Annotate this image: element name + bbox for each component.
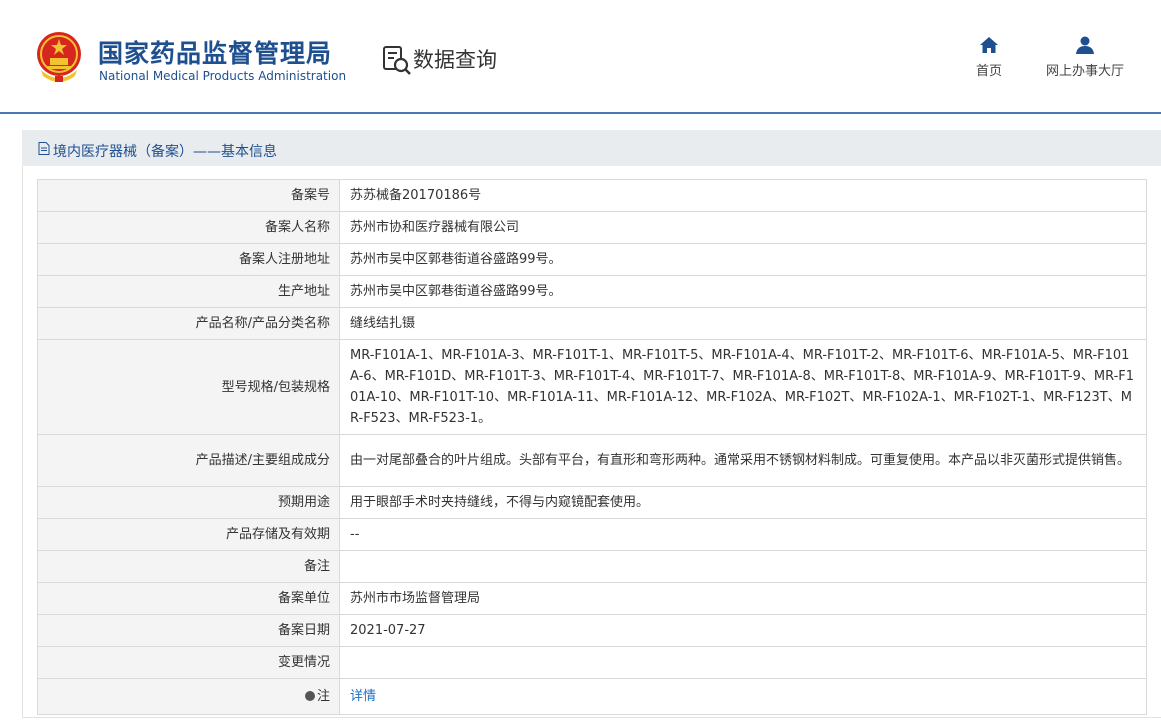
table-row: 备注 xyxy=(37,550,1147,583)
field-value xyxy=(339,550,1147,583)
table-row: 备案日期 2021-07-27 xyxy=(37,614,1147,647)
document-icon xyxy=(38,142,50,155)
field-label: 产品存储及有效期 xyxy=(37,518,340,551)
nav-home[interactable]: 首页 xyxy=(968,36,1010,79)
national-emblem-icon[interactable] xyxy=(33,30,85,84)
field-label: 产品描述/主要组成成分 xyxy=(37,434,340,487)
brand-name-en[interactable]: National Medical Products Administration xyxy=(99,69,346,83)
field-label: 产品名称/产品分类名称 xyxy=(37,307,340,340)
nav-online-hall-label: 网上办事大厅 xyxy=(1045,64,1124,79)
field-value: 缝线结扎镊 xyxy=(339,307,1147,340)
record-title-bar: 境内医疗器械（备案）——基本信息 xyxy=(22,130,1161,166)
table-row: 产品名称/产品分类名称 缝线结扎镊 xyxy=(37,307,1147,340)
table-row: 备案人注册地址 苏州市吴中区郭巷街道谷盛路99号。 xyxy=(37,243,1147,276)
field-value xyxy=(339,646,1147,679)
field-label: 备案人名称 xyxy=(37,211,340,244)
table-row: 型号规格/包装规格 MR-F101A-1、MR-F101A-3、MR-F101T… xyxy=(37,339,1147,435)
details-link[interactable]: 详情 xyxy=(350,689,376,704)
note-label-cell: 注 xyxy=(37,678,340,715)
header-divider xyxy=(0,112,1161,114)
field-value: -- xyxy=(339,518,1147,551)
record-detail-table: 备案号 苏苏械备20170186号 备案人名称 苏州市协和医疗器械有限公司 备案… xyxy=(37,179,1147,715)
field-label: 生产地址 xyxy=(37,275,340,308)
table-row: 注 详情 xyxy=(37,678,1147,715)
field-label: 备案人注册地址 xyxy=(37,243,340,276)
field-label: 变更情况 xyxy=(37,646,340,679)
data-query-icon xyxy=(383,46,411,75)
field-value: 2021-07-27 xyxy=(339,614,1147,647)
section-title: 数据查询 xyxy=(413,48,497,72)
table-row: 备案号 苏苏械备20170186号 xyxy=(37,179,1147,212)
bulb-icon xyxy=(304,691,315,701)
field-value: 苏州市吴中区郭巷街道谷盛路99号。 xyxy=(339,275,1147,308)
user-icon xyxy=(1076,36,1094,54)
field-label: 备案号 xyxy=(37,179,340,212)
table-row: 产品描述/主要组成成分 由一对尾部叠合的叶片组成。头部有平台，有直形和弯形两种。… xyxy=(37,434,1147,487)
table-row: 生产地址 苏州市吴中区郭巷街道谷盛路99号。 xyxy=(37,275,1147,308)
home-icon xyxy=(980,37,998,53)
note-label: 注 xyxy=(316,689,330,704)
table-row: 备案人名称 苏州市协和医疗器械有限公司 xyxy=(37,211,1147,244)
field-value: 苏州市市场监督管理局 xyxy=(339,582,1147,615)
field-value: 苏州市吴中区郭巷街道谷盛路99号。 xyxy=(339,243,1147,276)
record-title: 境内医疗器械（备案）——基本信息 xyxy=(53,144,277,160)
field-label: 备注 xyxy=(37,550,340,583)
table-row: 预期用途 用于眼部手术时夹持缝线，不得与内窥镜配套使用。 xyxy=(37,486,1147,519)
field-value: 苏州市协和医疗器械有限公司 xyxy=(339,211,1147,244)
nav-online-hall[interactable]: 网上办事大厅 xyxy=(1040,36,1130,79)
field-label: 预期用途 xyxy=(37,486,340,519)
site-header: 国家药品监督管理局 National Medical Products Admi… xyxy=(0,0,1161,114)
note-value-cell: 详情 xyxy=(339,678,1147,715)
field-value: 用于眼部手术时夹持缝线，不得与内窥镜配套使用。 xyxy=(339,486,1147,519)
nav-home-label: 首页 xyxy=(975,64,1002,79)
field-label: 型号规格/包装规格 xyxy=(37,339,340,435)
field-label: 备案日期 xyxy=(37,614,340,647)
field-value: MR-F101A-1、MR-F101A-3、MR-F101T-1、MR-F101… xyxy=(339,339,1147,435)
field-label: 备案单位 xyxy=(37,582,340,615)
table-row: 备案单位 苏州市市场监督管理局 xyxy=(37,582,1147,615)
brand-name-cn[interactable]: 国家药品监督管理局 xyxy=(98,34,332,70)
field-value: 苏苏械备20170186号 xyxy=(339,179,1147,212)
table-row: 产品存储及有效期 -- xyxy=(37,518,1147,551)
field-value: 由一对尾部叠合的叶片组成。头部有平台，有直形和弯形两种。通常采用不锈钢材料制成。… xyxy=(339,434,1147,487)
table-row: 变更情况 xyxy=(37,646,1147,679)
